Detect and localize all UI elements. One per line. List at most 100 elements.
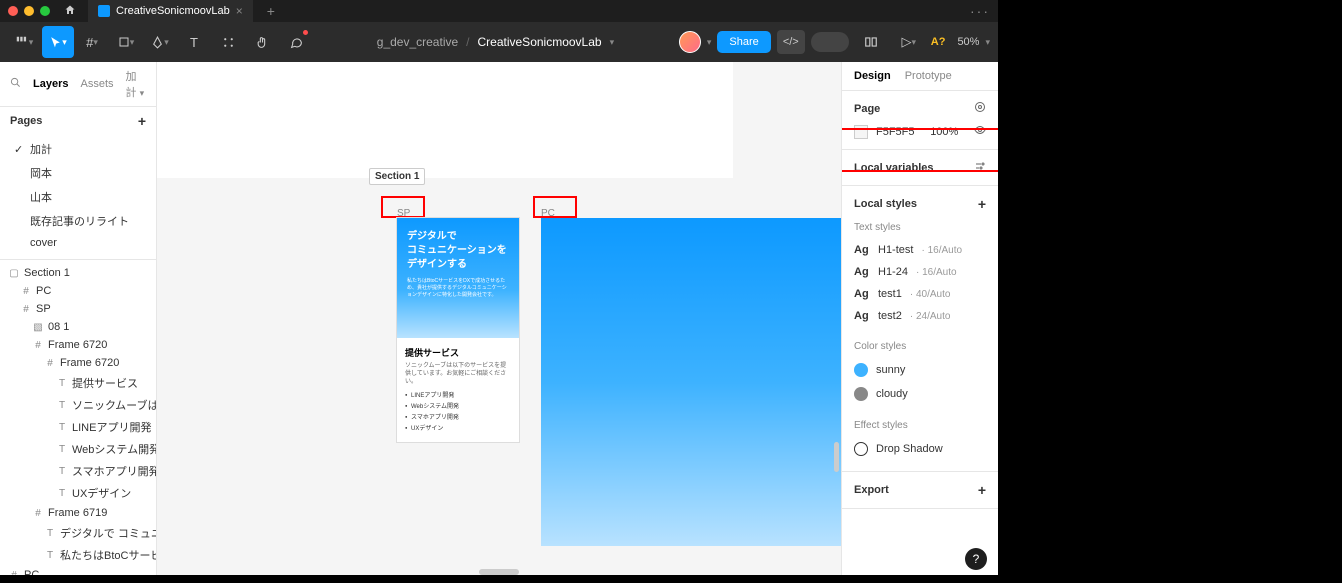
layer-row[interactable]: T私たちはBtoCサービ...: [0, 544, 156, 566]
resources-tool[interactable]: [212, 26, 244, 58]
color-style-row[interactable]: cloudy: [854, 382, 986, 406]
layer-row[interactable]: TLINEアプリ開発: [0, 416, 156, 438]
dev-mode-toggle[interactable]: [811, 32, 849, 52]
canvas[interactable]: Section 1 SP PC デジタルで コミュニケーションを デザインする …: [157, 62, 841, 575]
titlebar-more-icon[interactable]: ···: [970, 3, 990, 19]
file-chevron-icon[interactable]: ▾: [610, 37, 615, 48]
tab-title: CreativeSonicmoovLab: [116, 5, 230, 17]
layer-row[interactable]: #Frame 6720: [0, 354, 156, 372]
text-styles-header: Text styles: [854, 222, 986, 233]
page-opacity[interactable]: 100%: [930, 126, 958, 138]
color-styles-header: Color styles: [854, 341, 986, 352]
effect-style-row[interactable]: Drop Shadow: [854, 437, 986, 461]
page-section-header: Page: [854, 103, 880, 115]
zoom-chevron-icon[interactable]: ▾: [985, 37, 990, 48]
page-settings-icon[interactable]: [974, 101, 986, 116]
layer-row[interactable]: #Frame 6719: [0, 504, 156, 522]
sp-lead: 私たちはBtoCサービスをDXで成功させるため、貴社が提供するデジタルコミュニケ…: [407, 278, 509, 299]
sp-heading: デジタルで コミュニケーションを デザインする: [407, 230, 509, 272]
layer-row[interactable]: #PC: [0, 282, 156, 300]
breadcrumb-sep: /: [466, 35, 469, 49]
comment-tool[interactable]: [280, 26, 312, 58]
prototype-tab[interactable]: Prototype: [905, 70, 952, 82]
hand-tool[interactable]: [246, 26, 278, 58]
add-export-button[interactable]: +: [978, 482, 986, 498]
layer-row[interactable]: Tデジタルで コミュニ...: [0, 522, 156, 544]
move-tool[interactable]: ▾: [42, 26, 74, 58]
page-color-swatch[interactable]: [854, 125, 868, 139]
help-button[interactable]: ?: [965, 548, 987, 570]
share-button[interactable]: Share: [717, 31, 770, 53]
shape-tool[interactable]: ▾: [110, 26, 142, 58]
local-styles-header: Local styles: [854, 198, 917, 210]
layer-row[interactable]: #Frame 6720: [0, 336, 156, 354]
user-avatar[interactable]: [679, 31, 701, 53]
frame-sp[interactable]: デジタルで コミュニケーションを デザインする 私たちはBtoCサービスをDXで…: [397, 218, 519, 442]
sp-list-item: Webシステム開発: [405, 401, 511, 410]
page-item[interactable]: cover: [0, 233, 156, 253]
frame-pc[interactable]: [541, 218, 841, 546]
annotation-box-pc: [533, 196, 577, 218]
layer-row[interactable]: TWebシステム開発: [0, 438, 156, 460]
text-tool[interactable]: T: [178, 26, 210, 58]
assets-tab[interactable]: Assets: [80, 78, 113, 90]
sp-list-item: UXデザイン: [405, 423, 511, 432]
sp-h2: 提供サービス: [405, 346, 511, 359]
page-selector[interactable]: 加計 ▾: [126, 68, 147, 100]
library-icon[interactable]: [855, 26, 887, 58]
layer-row[interactable]: ▧08 1: [0, 318, 156, 336]
export-header: Export: [854, 484, 889, 496]
window-close[interactable]: [8, 6, 18, 16]
present-button[interactable]: ▷▾: [893, 26, 925, 58]
team-name[interactable]: g_dev_creative: [377, 35, 458, 49]
effect-styles-header: Effect styles: [854, 420, 986, 431]
home-icon[interactable]: [64, 4, 76, 19]
layer-row[interactable]: #PC: [0, 566, 156, 575]
canvas-scrollbar-h[interactable]: [479, 569, 519, 575]
file-name[interactable]: CreativeSonicmoovLab: [478, 35, 602, 49]
figma-file-icon: [98, 5, 110, 17]
color-style-row[interactable]: sunny: [854, 358, 986, 382]
design-tab[interactable]: Design: [854, 70, 891, 82]
add-page-button[interactable]: +: [138, 113, 146, 129]
window-maximize[interactable]: [40, 6, 50, 16]
search-icon[interactable]: [10, 77, 21, 91]
tab-close-icon[interactable]: ×: [236, 4, 243, 18]
annotation-box-sp: [381, 196, 425, 218]
layer-row[interactable]: ▢Section 1: [0, 264, 156, 282]
page-item[interactable]: 既存記事のリライト: [0, 209, 156, 233]
text-style-row[interactable]: Agtest1 · 40/Auto: [854, 283, 986, 305]
canvas-scrollbar-v[interactable]: [834, 442, 839, 472]
layer-row[interactable]: Tスマホアプリ開発: [0, 460, 156, 482]
pages-header: Pages: [10, 115, 42, 127]
layer-row[interactable]: TUXデザイン: [0, 482, 156, 504]
visibility-icon[interactable]: [974, 124, 986, 139]
sp-list-item: LINEアプリ開発: [405, 390, 511, 399]
zoom-level[interactable]: 50%: [957, 36, 979, 48]
frame-tool[interactable]: #▾: [76, 26, 108, 58]
window-minimize[interactable]: [24, 6, 34, 16]
pen-tool[interactable]: ▾: [144, 26, 176, 58]
new-tab-button[interactable]: +: [267, 3, 275, 19]
layer-row[interactable]: Tソニックムーブは...: [0, 394, 156, 416]
layer-row[interactable]: #SP: [0, 300, 156, 318]
layers-tab[interactable]: Layers: [33, 78, 68, 90]
file-tab[interactable]: CreativeSonicmoovLab ×: [88, 0, 253, 22]
add-style-button[interactable]: +: [978, 196, 986, 212]
text-style-row[interactable]: AgH1-24 · 16/Auto: [854, 261, 986, 283]
page-item[interactable]: 山本: [0, 185, 156, 209]
layer-row[interactable]: T提供サービス: [0, 372, 156, 394]
variables-settings-icon[interactable]: [974, 160, 986, 175]
text-style-row[interactable]: Agtest2 · 24/Auto: [854, 305, 986, 327]
text-style-row[interactable]: AgH1-test · 16/Auto: [854, 239, 986, 261]
page-color-hex[interactable]: F5F5F5: [876, 126, 915, 138]
page-item[interactable]: 岡本: [0, 161, 156, 185]
dev-mode-button[interactable]: </>: [777, 30, 805, 54]
main-menu-button[interactable]: ▾: [8, 26, 40, 58]
missing-fonts-icon[interactable]: A?: [931, 36, 946, 48]
local-variables-header[interactable]: Local variables: [854, 162, 934, 174]
section-label[interactable]: Section 1: [369, 168, 425, 185]
avatar-chevron-icon[interactable]: ▾: [707, 37, 712, 48]
page-item[interactable]: ✓加計: [0, 137, 156, 161]
sp-list-item: スマホアプリ開発: [405, 412, 511, 421]
